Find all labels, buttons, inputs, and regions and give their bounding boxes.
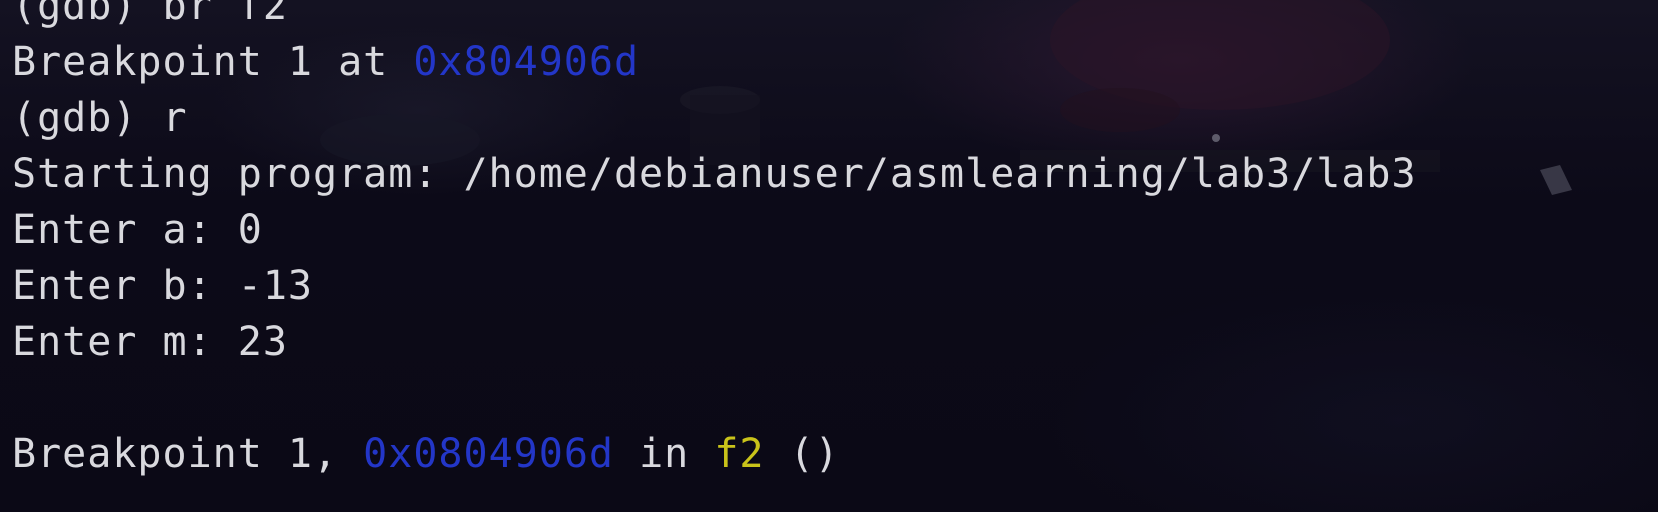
terminal-text: (gdb) br f2 [12, 0, 288, 29]
terminal-text: (gdb) r [12, 95, 188, 141]
terminal-line: (gdb) br f2 [12, 0, 1658, 34]
terminal-line: Enter a: 0 [12, 202, 1658, 258]
terminal-text: Breakpoint 1 at [12, 39, 414, 85]
function-name: f2 [714, 431, 765, 477]
terminal-text: () [764, 431, 840, 477]
terminal-text: Enter a: 0 [12, 207, 263, 253]
terminal-text: Enter b: -13 [12, 263, 313, 309]
memory-address: 0x0804906d [363, 431, 614, 477]
gdb-terminal-output[interactable]: (gdb) br f2 Breakpoint 1 at 0x804906d (gdb… [12, 0, 1658, 512]
terminal-text: Starting program: /home/debianuser/asmle… [12, 151, 1417, 197]
terminal-text: Breakpoint 1, [12, 431, 364, 477]
terminal-line: Breakpoint 1, 0x0804906d in f2 () [12, 426, 1658, 482]
terminal-text: Enter m: 23 [12, 319, 288, 365]
terminal-line: Enter b: -13 [12, 258, 1658, 314]
terminal-text: in [613, 431, 715, 477]
terminal-line: (gdb) r [12, 90, 1658, 146]
memory-address: 0x804906d [413, 39, 640, 85]
terminal-line: Breakpoint 1 at 0x804906d [12, 34, 1658, 90]
terminal-line: Enter m: 23 [12, 314, 1658, 370]
terminal-line: Starting program: /home/debianuser/asmle… [12, 146, 1658, 202]
